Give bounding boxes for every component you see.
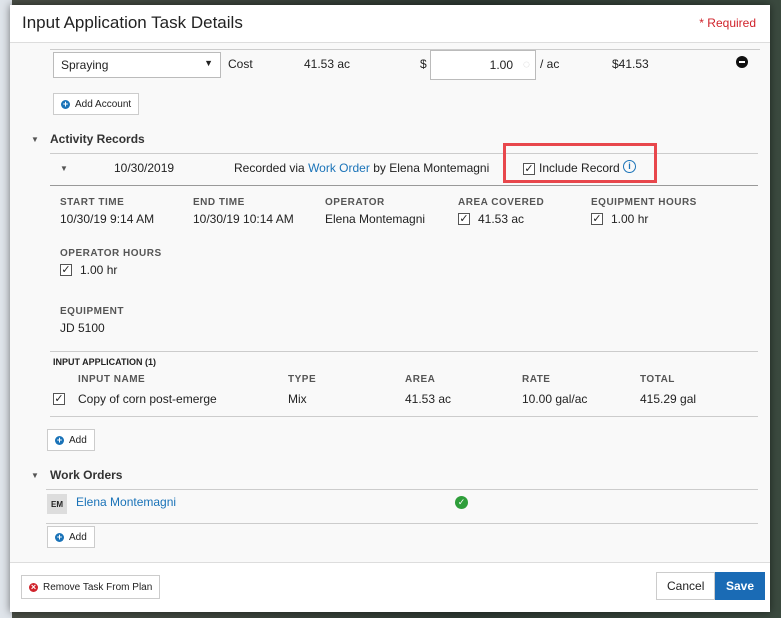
input-type: Mix (288, 392, 307, 406)
collapse-record-icon[interactable]: ▼ (60, 164, 68, 173)
add-label: Add (69, 434, 87, 446)
modal-header: Input Application Task Details * Require… (10, 5, 770, 43)
operator-hours: 1.00 hr (80, 263, 118, 277)
equipment: JD 5100 (60, 321, 105, 335)
plus-icon: + (55, 531, 64, 542)
column-header: RATE (522, 374, 551, 385)
divider (46, 523, 758, 524)
input-name: Copy of corn post-emerge (78, 392, 217, 406)
add-work-order-button[interactable]: + Add (47, 526, 95, 548)
add-account-button[interactable]: + Add Account (53, 93, 140, 115)
area-covered-checkbox[interactable]: ✓ (458, 213, 470, 225)
recorded-by: by Elena Montemagni (373, 161, 490, 175)
account-select[interactable]: Spraying ▼ (53, 52, 221, 78)
input-total: 415.29 gal (640, 392, 697, 406)
modal-title: Input Application Task Details (22, 13, 243, 32)
dropdown-arrow-icon: ▼ (204, 58, 213, 68)
divider (46, 489, 758, 490)
collapse-activity-icon[interactable]: ▼ (31, 135, 39, 144)
add-label: Add (69, 531, 87, 543)
work-order-assignee-link[interactable]: Elena Montemagni (76, 495, 176, 509)
task-details-modal: Input Application Task Details * Require… (10, 5, 770, 612)
column-header: INPUT NAME (78, 374, 146, 385)
account-value: Spraying (61, 58, 109, 72)
equipment-hours: 1.00 hr (611, 212, 649, 226)
remove-icon: × (29, 581, 38, 592)
input-area: 41.53 ac (405, 392, 452, 406)
cost-label: Cost (228, 57, 253, 71)
avatar: EM (47, 494, 67, 514)
currency-symbol: $ (420, 57, 427, 71)
include-record-label: Include Record (539, 161, 620, 175)
start-time-label: START TIME (60, 197, 125, 208)
end-time-label: END TIME (193, 197, 245, 208)
work-orders-title: Work Orders (50, 468, 123, 482)
plus-icon: + (61, 98, 70, 109)
operator-label: OPERATOR (325, 197, 385, 208)
cost-total: $41.53 (612, 57, 649, 71)
cancel-label: Cancel (667, 579, 705, 593)
collapse-work-orders-icon[interactable]: ▼ (31, 471, 39, 480)
area-covered: 41.53 ac (478, 212, 525, 226)
divider (50, 416, 758, 417)
add-account-label: Add Account (75, 98, 132, 110)
cost-area: 41.53 ac (304, 57, 351, 71)
divider (50, 185, 758, 186)
row-checkbox[interactable]: ✓ (53, 393, 65, 405)
info-icon[interactable]: i (623, 160, 636, 173)
equipment-label: EQUIPMENT (60, 306, 124, 317)
save-label: Save (726, 579, 755, 593)
equipment-hours-checkbox[interactable]: ✓ (591, 213, 603, 225)
end-time: 10/30/19 10:14 AM (193, 212, 294, 226)
divider (50, 351, 758, 352)
start-time: 10/30/19 9:14 AM (60, 212, 155, 226)
operator-hours-label: OPERATOR HOURS (60, 248, 162, 259)
input-rate: 10.00 gal/ac (522, 392, 588, 406)
activity-records-title: Activity Records (50, 132, 145, 146)
column-header: TOTAL (640, 374, 675, 385)
add-input-button[interactable]: + Add (47, 429, 95, 451)
modal-footer: × Remove Task From Plan Cancel Save (10, 562, 770, 612)
plus-icon: + (55, 434, 64, 445)
record-date: 10/30/2019 (114, 161, 175, 175)
remove-task-button[interactable]: × Remove Task From Plan (21, 575, 161, 599)
remove-cost-icon[interactable] (736, 56, 748, 68)
recorded-prefix: Recorded via (234, 161, 305, 175)
rate-value: 1.00 (489, 58, 513, 72)
spinner-icon: ◌ (522, 57, 530, 71)
work-order-link[interactable]: Work Order (308, 161, 370, 175)
operator-hours-checkbox[interactable]: ✓ (60, 264, 72, 276)
operator: Elena Montemagni (325, 212, 426, 226)
check-circle-icon: ✓ (455, 496, 468, 509)
include-record-checkbox[interactable]: ✓ (523, 163, 535, 175)
rate-unit: / ac (540, 57, 560, 71)
input-application-title: INPUT APPLICATION (1) (53, 357, 156, 367)
cancel-button[interactable]: Cancel (656, 572, 716, 600)
required-note: * Required (699, 16, 756, 30)
save-button[interactable]: Save (715, 572, 766, 600)
divider (50, 49, 760, 50)
column-header: AREA (405, 374, 436, 385)
rate-input[interactable]: 1.00 ◌ (430, 50, 536, 80)
equipment-hours-label: EQUIPMENT HOURS (591, 197, 697, 208)
column-header: TYPE (288, 374, 317, 385)
recorded-via: Recorded via Work Order by Elena Montema… (234, 161, 489, 175)
remove-label: Remove Task From Plan (43, 581, 153, 593)
area-covered-label: AREA COVERED (458, 197, 545, 208)
